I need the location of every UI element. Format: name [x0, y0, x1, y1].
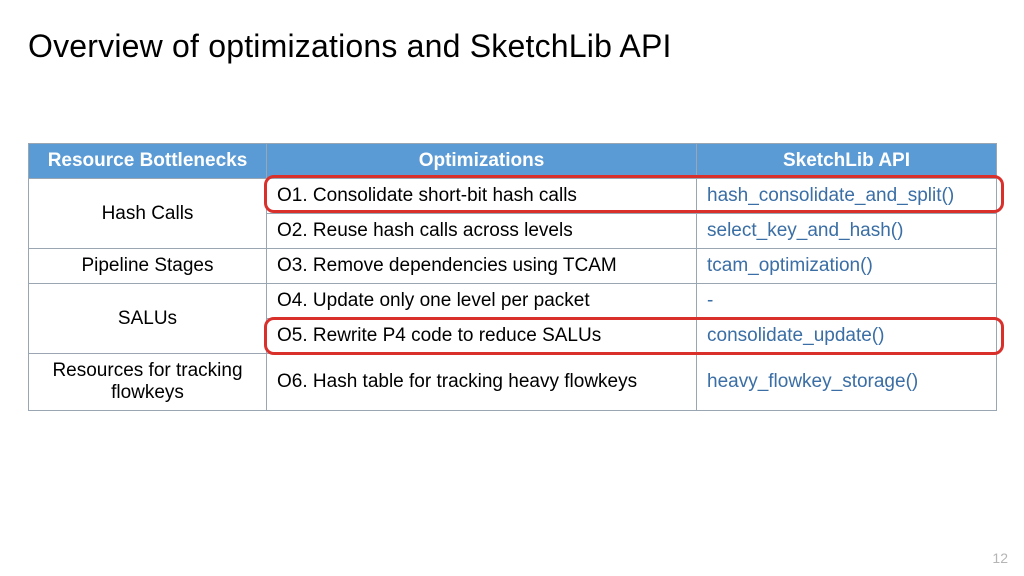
cell-api: select_key_and_hash() [697, 214, 997, 249]
cell-optimization: O3. Remove dependencies using TCAM [267, 249, 697, 284]
cell-api: - [697, 284, 997, 319]
page-title: Overview of optimizations and SketchLib … [28, 28, 996, 65]
cell-bottleneck: Hash Calls [29, 179, 267, 249]
cell-optimization: O4. Update only one level per packet [267, 284, 697, 319]
header-bottlenecks: Resource Bottlenecks [29, 144, 267, 179]
cell-api: heavy_flowkey_storage() [697, 354, 997, 411]
table-wrap: Resource Bottlenecks Optimizations Sketc… [28, 143, 996, 411]
table-row: SALUs O4. Update only one level per pack… [29, 284, 997, 319]
optimization-table: Resource Bottlenecks Optimizations Sketc… [28, 143, 997, 411]
page-number: 12 [992, 550, 1008, 566]
cell-bottleneck: Resources for tracking flowkeys [29, 354, 267, 411]
cell-optimization: O6. Hash table for tracking heavy flowke… [267, 354, 697, 411]
table-row: Pipeline Stages O3. Remove dependencies … [29, 249, 997, 284]
cell-api: hash_consolidate_and_split() [697, 179, 997, 214]
cell-bottleneck: SALUs [29, 284, 267, 354]
table-header-row: Resource Bottlenecks Optimizations Sketc… [29, 144, 997, 179]
cell-optimization: O5. Rewrite P4 code to reduce SALUs [267, 319, 697, 354]
cell-optimization: O2. Reuse hash calls across levels [267, 214, 697, 249]
cell-bottleneck: Pipeline Stages [29, 249, 267, 284]
cell-optimization: O1. Consolidate short-bit hash calls [267, 179, 697, 214]
header-optimizations: Optimizations [267, 144, 697, 179]
slide: Overview of optimizations and SketchLib … [0, 0, 1024, 576]
table-row: Resources for tracking flowkeys O6. Hash… [29, 354, 997, 411]
cell-api: tcam_optimization() [697, 249, 997, 284]
cell-api: consolidate_update() [697, 319, 997, 354]
header-api: SketchLib API [697, 144, 997, 179]
table-row: Hash Calls O1. Consolidate short-bit has… [29, 179, 997, 214]
